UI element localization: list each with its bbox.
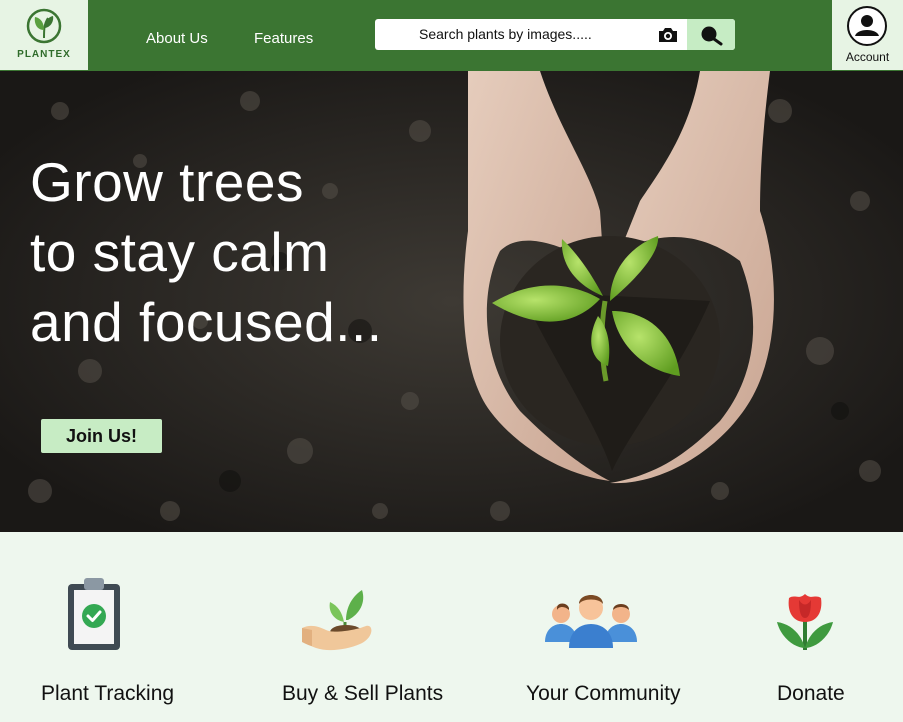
account-avatar-icon (847, 6, 887, 46)
hero-line-3: and focused... (30, 291, 383, 353)
hero-line-2: to stay calm (30, 221, 330, 283)
search-input[interactable]: Search plants by images..... (419, 26, 592, 42)
tulip-icon (777, 594, 833, 650)
camera-icon[interactable] (657, 26, 679, 44)
hero-line-1: Grow trees (30, 151, 304, 213)
feature-plant-tracking[interactable]: Plant Tracking (0, 532, 225, 722)
search-bar[interactable]: Search plants by images..... (375, 19, 735, 50)
account-button[interactable]: Account (832, 0, 903, 70)
feature-donate[interactable]: Donate (745, 532, 903, 722)
search-button[interactable] (687, 19, 735, 50)
leaf-logo-icon (26, 8, 62, 44)
top-navbar: PLANTEX About Us Features Search plants … (0, 0, 903, 71)
hero-headline: Grow trees to stay calm and focused... (30, 147, 383, 357)
search-icon (701, 26, 723, 46)
features-section: Plant Tracking Buy & Sell Plants Your Co… (0, 532, 903, 722)
hand-seedling-icon (302, 590, 372, 651)
community-people-icon (545, 595, 637, 648)
brand-logo[interactable]: PLANTEX (0, 0, 88, 70)
hero-banner: Grow trees to stay calm and focused... J… (0, 71, 903, 532)
feature-buy-sell-plants[interactable]: Buy & Sell Plants (250, 532, 475, 722)
clipboard-check-icon (68, 578, 120, 650)
join-us-button[interactable]: Join Us! (41, 419, 162, 453)
feature-label-your-community: Your Community (526, 682, 681, 705)
feature-your-community[interactable]: Your Community (505, 532, 725, 722)
nav-features-link[interactable]: Features (254, 30, 313, 47)
account-label: Account (845, 50, 890, 64)
feature-label-buy-sell-plants: Buy & Sell Plants (282, 682, 444, 705)
nav-about-us-link[interactable]: About Us (146, 30, 208, 47)
feature-label-donate: Donate (777, 682, 845, 705)
brand-name: PLANTEX (17, 49, 71, 60)
feature-label-plant-tracking: Plant Tracking (41, 682, 175, 705)
